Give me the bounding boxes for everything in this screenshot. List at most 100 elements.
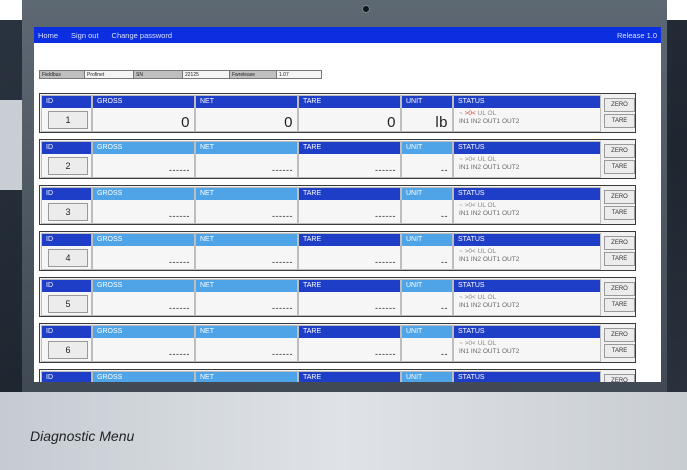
scale-id-button[interactable]: 1 [48, 111, 88, 129]
tare-button[interactable]: TARE [604, 114, 635, 128]
tare-cell: TARE ------ [298, 233, 401, 270]
unit-value: -- [441, 257, 448, 267]
gross-header: GROSS [93, 372, 194, 382]
net-header: NET [196, 142, 297, 154]
net-cell: NET ------ [195, 187, 298, 224]
zero-button[interactable]: ZERO [604, 328, 635, 342]
net-header: NET [196, 326, 297, 338]
zero-button[interactable]: ZERO [604, 144, 635, 158]
gross-header: GROSS [93, 326, 194, 338]
unit-header: UNIT [402, 326, 452, 338]
tare-button[interactable]: TARE [604, 252, 635, 266]
unit-cell: UNIT -- [401, 325, 453, 362]
zero-button[interactable]: ZERO [604, 374, 635, 382]
scale-id-button[interactable]: 2 [48, 157, 88, 175]
net-value: ------ [272, 165, 293, 175]
status-header: STATUS [454, 96, 600, 108]
caption-text: Diagnostic Menu [30, 428, 135, 444]
net-cell: NET ------ [195, 141, 298, 178]
tare-header: TARE [299, 234, 400, 246]
tare-cell: TARE 0 [298, 95, 401, 132]
gross-cell: GROSS------ [92, 141, 195, 178]
unit-value: -- [441, 349, 448, 359]
scale-id-button[interactable]: 4 [48, 249, 88, 267]
tare-button[interactable]: TARE [604, 344, 635, 358]
scale-id-button[interactable]: 5 [48, 295, 88, 313]
gross-header: GROSS [93, 188, 194, 200]
net-cell: NET ------ [195, 233, 298, 270]
tare-value: ------ [375, 257, 396, 267]
gross-cell: GROSS------ [92, 371, 195, 382]
scale-list: ID 1 GROSS 0 NET 0 TARE 0 UNIT lb STATUS ~ >0< UL O… [39, 93, 636, 382]
status-header: STATUS [454, 188, 600, 200]
gross-cell: GROSS------ [92, 187, 195, 224]
status-cell: STATUS~ >0< UL OLIN1 IN2 OUT1 OUT2 [453, 279, 601, 316]
tare-header: TARE [299, 188, 400, 200]
zero-button[interactable]: ZERO [604, 282, 635, 296]
io-indicators: IN1 IN2 OUT1 OUT2 [459, 302, 520, 309]
unit-cell: UNIT -- [401, 187, 453, 224]
gross-header: GROSS [93, 234, 194, 246]
io-indicators: IN1 IN2 OUT1 OUT2 [459, 118, 520, 125]
status-indicators: ~ >0< UL OL [459, 110, 497, 117]
net-header: NET [196, 96, 297, 108]
net-header: NET [196, 280, 297, 292]
tare-header: TARE [299, 142, 400, 154]
scale-id-button[interactable]: 6 [48, 341, 88, 359]
zero-button[interactable]: ZERO [604, 98, 635, 112]
id-header: ID [42, 142, 91, 154]
btns-cell: ZERO TARE [601, 141, 635, 176]
net-header: NET [196, 188, 297, 200]
unit-header: UNIT [402, 372, 452, 382]
net-value: ------ [272, 349, 293, 359]
gross-cell: GROSS------ [92, 279, 195, 316]
unit-header: UNIT [402, 234, 452, 246]
zero-button[interactable]: ZERO [604, 236, 635, 250]
btns-cell: ZERO TARE [601, 233, 635, 268]
status-cell: STATUS~ >0< UL OLIN1 IN2 OUT1 OUT2 [453, 371, 601, 382]
fw-release-value: 1.07 [276, 70, 322, 79]
gross-value: 0 [181, 114, 190, 131]
unit-header: UNIT [402, 142, 452, 154]
sn-label: SN [133, 70, 183, 79]
io-indicators: IN1 IN2 OUT1 OUT2 [459, 256, 520, 263]
status-header: STATUS [454, 372, 600, 382]
btns-cell: ZERO TARE [601, 279, 635, 314]
tare-cell: TARE------ [298, 325, 401, 362]
tare-cell: TARE------ [298, 371, 401, 382]
device-screen: Home Sign out Change password Release 1.… [34, 27, 661, 382]
btns-cell: ZERO TARE [601, 325, 635, 360]
id-header: ID [42, 188, 91, 200]
tare-button[interactable]: TARE [604, 206, 635, 220]
zero-indicator: >0< [464, 156, 476, 163]
net-value: ------ [272, 257, 293, 267]
tare-cell: TARE ------ [298, 141, 401, 178]
id-header: ID [42, 280, 91, 292]
unit-cell: UNIT -- [401, 141, 453, 178]
zero-indicator: >0< [464, 248, 476, 255]
btns-cell: ZERO TARE [601, 95, 635, 130]
status-cell: STATUS~ >0< UL OLIN1 IN2 OUT1 OUT2 [453, 187, 601, 224]
tare-value: ------ [375, 165, 396, 175]
scale-row: ID 6 GROSS ------ NET ------ TARE ------ UNIT -- S… [39, 323, 636, 363]
status-header: STATUS [454, 142, 600, 154]
net-value: 0 [284, 114, 293, 131]
id-header: ID [42, 326, 91, 338]
unit-value: -- [441, 211, 448, 221]
nav-home-link[interactable]: Home [38, 31, 58, 40]
zero-button[interactable]: ZERO [604, 190, 635, 204]
scale-id-button[interactable]: 3 [48, 203, 88, 221]
btns-cell: ZEROTARE [601, 371, 635, 382]
tare-button[interactable]: TARE [604, 298, 635, 312]
gross-cell: GROSS------ [92, 233, 195, 270]
id-header: ID [42, 372, 91, 382]
unit-value: lb [435, 114, 448, 131]
nav-change-password-link[interactable]: Change password [112, 31, 172, 40]
tare-button[interactable]: TARE [604, 160, 635, 174]
status-indicators: ~ >0< UL OL [459, 294, 497, 301]
gross-value: ------ [169, 303, 190, 313]
sn-value: 22125 [182, 70, 230, 79]
zero-indicator: >0< [464, 110, 476, 117]
status-indicators: ~ >0< UL OL [459, 202, 497, 209]
nav-sign-out-link[interactable]: Sign out [71, 31, 99, 40]
